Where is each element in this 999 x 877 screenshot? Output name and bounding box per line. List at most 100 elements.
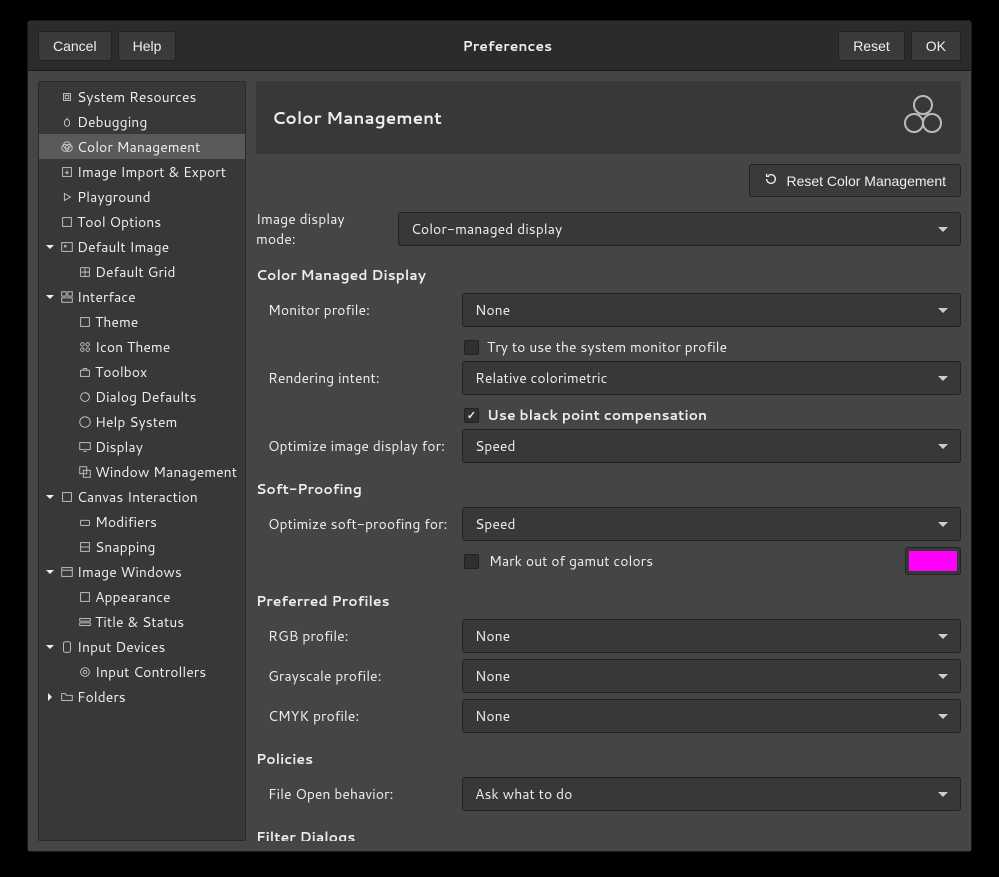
- sidebar-item-default-grid[interactable]: Default Grid: [39, 259, 245, 284]
- optimize-soft-value: Speed: [475, 514, 938, 534]
- file-open-label: File Open behavior:: [268, 784, 452, 804]
- gamut-color-swatch: [909, 551, 957, 571]
- section-color-managed-display: Color Managed Display: [256, 265, 961, 285]
- mark-gamut-label: Mark out of gamut colors: [489, 551, 895, 571]
- rendering-intent-label: Rendering intent:: [268, 368, 452, 388]
- sidebar-item-image-import-export[interactable]: Image Import & Export: [39, 159, 245, 184]
- sidebar-item-system-resources[interactable]: System Resources: [39, 84, 245, 109]
- canvas-icon: [59, 489, 75, 505]
- file-open-value: Ask what to do: [475, 784, 938, 804]
- interface-icon: [59, 289, 75, 305]
- page-header: Color Management: [256, 81, 961, 154]
- sidebar-item-modifiers[interactable]: Modifiers: [39, 509, 245, 534]
- sidebar-item-input-devices[interactable]: Input Devices: [39, 634, 245, 659]
- expander-icon[interactable]: [43, 290, 57, 304]
- venn-icon: [59, 139, 75, 155]
- sidebar-item-folders[interactable]: Folders: [39, 684, 245, 709]
- sidebar[interactable]: System ResourcesDebuggingColor Managemen…: [38, 81, 246, 841]
- cmyk-profile-dropdown[interactable]: None: [462, 699, 961, 733]
- monitor-profile-dropdown[interactable]: None: [462, 293, 961, 327]
- sidebar-item-label: Toolbox: [95, 362, 147, 382]
- sidebar-item-image-windows[interactable]: Image Windows: [39, 559, 245, 584]
- chevron-down-icon: [938, 634, 948, 639]
- chevron-down-icon: [938, 376, 948, 381]
- expander-icon[interactable]: [43, 690, 57, 704]
- play-icon: [59, 189, 75, 205]
- gamut-color-button[interactable]: [905, 547, 961, 575]
- icontheme-icon: [77, 339, 93, 355]
- cancel-button[interactable]: Cancel: [38, 31, 112, 61]
- grayscale-profile-dropdown[interactable]: None: [462, 659, 961, 693]
- rgb-profile-dropdown[interactable]: None: [462, 619, 961, 653]
- sidebar-item-interface[interactable]: Interface: [39, 284, 245, 309]
- sidebar-item-label: Default Image: [77, 237, 169, 257]
- sidebar-item-label: Image Import & Export: [77, 162, 226, 182]
- import-icon: [59, 164, 75, 180]
- grayscale-profile-label: Grayscale profile:: [268, 666, 452, 686]
- ok-button[interactable]: OK: [911, 31, 961, 61]
- optimize-display-dropdown[interactable]: Speed: [462, 429, 961, 463]
- sidebar-item-theme[interactable]: Theme: [39, 309, 245, 334]
- chevron-down-icon: [938, 444, 948, 449]
- sidebar-item-title-status[interactable]: Title & Status: [39, 609, 245, 634]
- expander-icon[interactable]: [43, 640, 57, 654]
- reset-button[interactable]: Reset: [838, 31, 905, 61]
- sidebar-item-display[interactable]: Display: [39, 434, 245, 459]
- optimize-soft-label: Optimize soft-proofing for:: [268, 514, 452, 534]
- display-icon: [77, 439, 93, 455]
- controllers-icon: [77, 664, 93, 680]
- sidebar-item-label: System Resources: [77, 87, 196, 107]
- help-icon: [77, 414, 93, 430]
- expander-icon[interactable]: [43, 490, 57, 504]
- sidebar-item-dialog-defaults[interactable]: Dialog Defaults: [39, 384, 245, 409]
- sidebar-item-icon-theme[interactable]: Icon Theme: [39, 334, 245, 359]
- imgwin-icon: [59, 564, 75, 580]
- sidebar-item-label: Tool Options: [77, 212, 161, 232]
- file-open-dropdown[interactable]: Ask what to do: [462, 777, 961, 811]
- display-mode-dropdown[interactable]: Color-managed display: [398, 212, 961, 246]
- bug-icon: [59, 114, 75, 130]
- optimize-soft-dropdown[interactable]: Speed: [462, 507, 961, 541]
- sidebar-item-label: Image Windows: [77, 562, 182, 582]
- mark-gamut-checkbox[interactable]: [464, 554, 479, 569]
- reset-color-management-button[interactable]: Reset Color Management: [749, 164, 961, 197]
- sidebar-item-label: Interface: [77, 287, 136, 307]
- rgb-profile-value: None: [475, 626, 938, 646]
- display-mode-label: Image display mode:: [256, 209, 388, 249]
- sidebar-item-input-controllers[interactable]: Input Controllers: [39, 659, 245, 684]
- reset-color-management-label: Reset Color Management: [786, 173, 946, 189]
- rendering-intent-dropdown[interactable]: Relative colorimetric: [462, 361, 961, 395]
- rgb-profile-label: RGB profile:: [268, 626, 452, 646]
- sidebar-item-appearance[interactable]: Appearance: [39, 584, 245, 609]
- tool-icon: [59, 214, 75, 230]
- sidebar-item-tool-options[interactable]: Tool Options: [39, 209, 245, 234]
- sidebar-item-debugging[interactable]: Debugging: [39, 109, 245, 134]
- help-button[interactable]: Help: [118, 31, 177, 61]
- sidebar-item-default-image[interactable]: Default Image: [39, 234, 245, 259]
- sidebar-item-label: Input Devices: [77, 637, 165, 657]
- input-icon: [59, 639, 75, 655]
- sidebar-item-toolbox[interactable]: Toolbox: [39, 359, 245, 384]
- use-system-monitor-checkbox[interactable]: [464, 340, 479, 355]
- section-preferred-profiles: Preferred Profiles: [256, 591, 961, 611]
- toolbox-icon: [77, 364, 93, 380]
- sidebar-item-window-management[interactable]: Window Management: [39, 459, 245, 484]
- sidebar-item-label: Theme: [95, 312, 138, 332]
- expander-icon[interactable]: [43, 240, 57, 254]
- sidebar-item-color-management[interactable]: Color Management: [39, 134, 245, 159]
- window-icon: [77, 464, 93, 480]
- titlebar: Cancel Help Preferences Reset OK: [28, 21, 971, 71]
- preferences-dialog: Cancel Help Preferences Reset OK System …: [27, 20, 972, 852]
- cmyk-profile-value: None: [475, 706, 938, 726]
- sidebar-item-label: Help System: [95, 412, 177, 432]
- sidebar-item-canvas-interaction[interactable]: Canvas Interaction: [39, 484, 245, 509]
- sidebar-item-playground[interactable]: Playground: [39, 184, 245, 209]
- dialog-title: Preferences: [182, 36, 832, 56]
- sidebar-item-label: Title & Status: [95, 612, 184, 632]
- chevron-down-icon: [938, 522, 948, 527]
- sidebar-item-help-system[interactable]: Help System: [39, 409, 245, 434]
- sidebar-item-snapping[interactable]: Snapping: [39, 534, 245, 559]
- expander-icon[interactable]: [43, 565, 57, 579]
- black-point-checkbox[interactable]: [464, 408, 479, 423]
- black-point-label: Use black point compensation: [487, 405, 707, 425]
